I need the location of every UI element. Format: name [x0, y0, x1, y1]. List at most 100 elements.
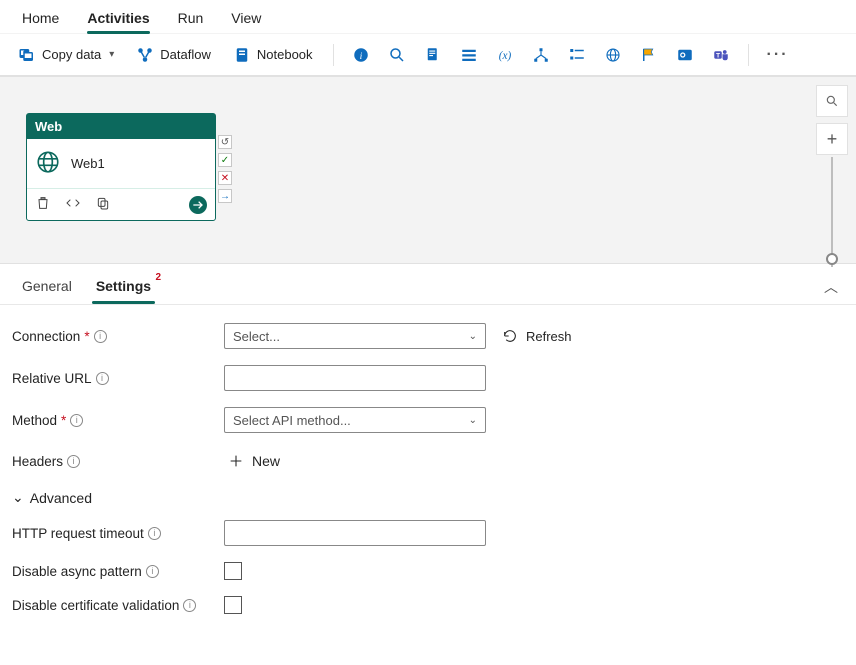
code-icon[interactable]	[65, 195, 81, 214]
copy-data-label: Copy data	[42, 47, 101, 62]
success-handle-icon[interactable]: ✓	[218, 153, 232, 167]
notebook-icon	[233, 46, 251, 64]
activity-node-web[interactable]: Web Web1	[26, 113, 216, 221]
dataflow-label: Dataflow	[160, 47, 211, 62]
headers-label-text: Headers	[12, 454, 63, 469]
node-side-handles: ↺ ✓ ✕ →	[218, 135, 232, 203]
script-icon[interactable]	[418, 42, 448, 68]
outlook-icon[interactable]	[670, 42, 700, 68]
disable-cert-checkbox[interactable]	[224, 596, 242, 614]
notebook-button[interactable]: Notebook	[225, 42, 321, 68]
headers-label: Headers i	[12, 454, 224, 469]
menu-view[interactable]: View	[217, 4, 275, 34]
method-label: Method * i	[12, 413, 224, 428]
search-icon[interactable]	[382, 42, 412, 68]
zoom-track[interactable]	[831, 157, 833, 267]
svg-text:(x): (x)	[498, 49, 511, 61]
toolbar-separator	[333, 44, 334, 66]
globe-icon	[35, 149, 61, 178]
disable-async-label: Disable async pattern i	[12, 564, 224, 579]
toolbar-separator	[748, 44, 749, 66]
svg-text:i: i	[359, 50, 362, 61]
relative-url-label: Relative URL i	[12, 371, 224, 386]
run-arrow-icon[interactable]	[189, 196, 207, 214]
required-marker: *	[61, 413, 66, 428]
notebook-label: Notebook	[257, 47, 313, 62]
copy-data-button[interactable]: Copy data ▾	[10, 42, 122, 68]
timeout-label: HTTP request timeout i	[12, 526, 224, 541]
branch-icon[interactable]	[526, 42, 556, 68]
menu-home[interactable]: Home	[8, 4, 73, 34]
advanced-toggle[interactable]: ⌄ Advanced	[12, 489, 844, 506]
timeout-input[interactable]	[224, 520, 486, 546]
info-icon[interactable]: i	[346, 42, 376, 68]
top-menu: Home Activities Run View	[0, 0, 856, 34]
plus-icon	[228, 453, 244, 469]
advanced-label: Advanced	[30, 490, 92, 506]
info-icon[interactable]: i	[146, 565, 159, 578]
required-marker: *	[84, 329, 89, 344]
copy-data-icon	[18, 46, 36, 64]
overflow-button[interactable]: ···	[761, 42, 795, 68]
relative-url-label-text: Relative URL	[12, 371, 92, 386]
canvas-zoom-rail: +	[816, 85, 848, 271]
menu-activities[interactable]: Activities	[73, 4, 163, 34]
flag-icon[interactable]	[634, 42, 664, 68]
checklist-icon[interactable]	[562, 42, 592, 68]
collapse-panel-button[interactable]: ︿	[824, 277, 838, 297]
info-icon[interactable]: i	[94, 330, 107, 343]
zoom-in-button[interactable]: +	[816, 123, 848, 155]
ribbon-toolbar: Copy data ▾ Dataflow Notebook i (x) T ··…	[0, 34, 856, 76]
dataflow-icon	[136, 46, 154, 64]
disable-async-label-text: Disable async pattern	[12, 564, 142, 579]
connection-label: Connection * i	[12, 329, 224, 344]
info-icon[interactable]: i	[96, 372, 109, 385]
failure-handle-icon[interactable]: ✕	[218, 171, 232, 185]
tab-settings[interactable]: Settings 2	[84, 270, 163, 304]
connection-select[interactable]: Select... ⌄	[224, 323, 486, 349]
menu-run[interactable]: Run	[164, 4, 218, 34]
node-name: Web1	[71, 156, 105, 171]
method-label-text: Method	[12, 413, 57, 428]
relative-url-input[interactable]	[224, 365, 486, 391]
connection-placeholder: Select...	[233, 329, 280, 344]
delete-icon[interactable]	[35, 195, 51, 214]
settings-form: Connection * i Select... ⌄ Refresh Relat…	[0, 305, 856, 642]
teams-icon[interactable]: T	[706, 42, 736, 68]
tab-general[interactable]: General	[10, 270, 84, 304]
add-header-button[interactable]: New	[228, 449, 280, 473]
completion-handle-icon[interactable]: →	[218, 189, 232, 203]
disable-cert-label-text: Disable certificate validation	[12, 598, 179, 613]
refresh-button[interactable]: Refresh	[502, 328, 572, 344]
ellipsis-icon: ···	[767, 46, 789, 64]
refresh-label: Refresh	[526, 329, 572, 344]
variable-icon[interactable]: (x)	[490, 42, 520, 68]
undo-handle-icon[interactable]: ↺	[218, 135, 232, 149]
globe-icon[interactable]	[598, 42, 628, 68]
chevron-down-icon: ▾	[109, 49, 114, 60]
dataflow-button[interactable]: Dataflow	[128, 42, 219, 68]
method-placeholder: Select API method...	[233, 413, 351, 428]
tab-settings-label: Settings	[96, 278, 151, 294]
pipeline-canvas[interactable]: Web Web1 ↺ ✓ ✕ → +	[0, 76, 856, 264]
refresh-icon	[502, 328, 518, 344]
chevron-down-icon: ⌄	[469, 415, 477, 426]
info-icon[interactable]: i	[70, 414, 83, 427]
disable-cert-label: Disable certificate validation i	[12, 598, 224, 613]
search-canvas-button[interactable]	[816, 85, 848, 117]
info-icon[interactable]: i	[183, 599, 196, 612]
copy-icon[interactable]	[95, 195, 111, 214]
connection-label-text: Connection	[12, 329, 80, 344]
zoom-handle[interactable]	[826, 253, 838, 265]
chevron-down-icon: ⌄	[12, 489, 24, 506]
timeout-label-text: HTTP request timeout	[12, 526, 144, 541]
method-select[interactable]: Select API method... ⌄	[224, 407, 486, 433]
info-icon[interactable]: i	[148, 527, 161, 540]
info-icon[interactable]: i	[67, 455, 80, 468]
tab-settings-badge: 2	[155, 272, 161, 283]
chevron-down-icon: ⌄	[469, 331, 477, 342]
new-label: New	[252, 453, 280, 469]
disable-async-checkbox[interactable]	[224, 562, 242, 580]
property-tabs: General Settings 2 ︿	[0, 264, 856, 305]
list-icon[interactable]	[454, 42, 484, 68]
